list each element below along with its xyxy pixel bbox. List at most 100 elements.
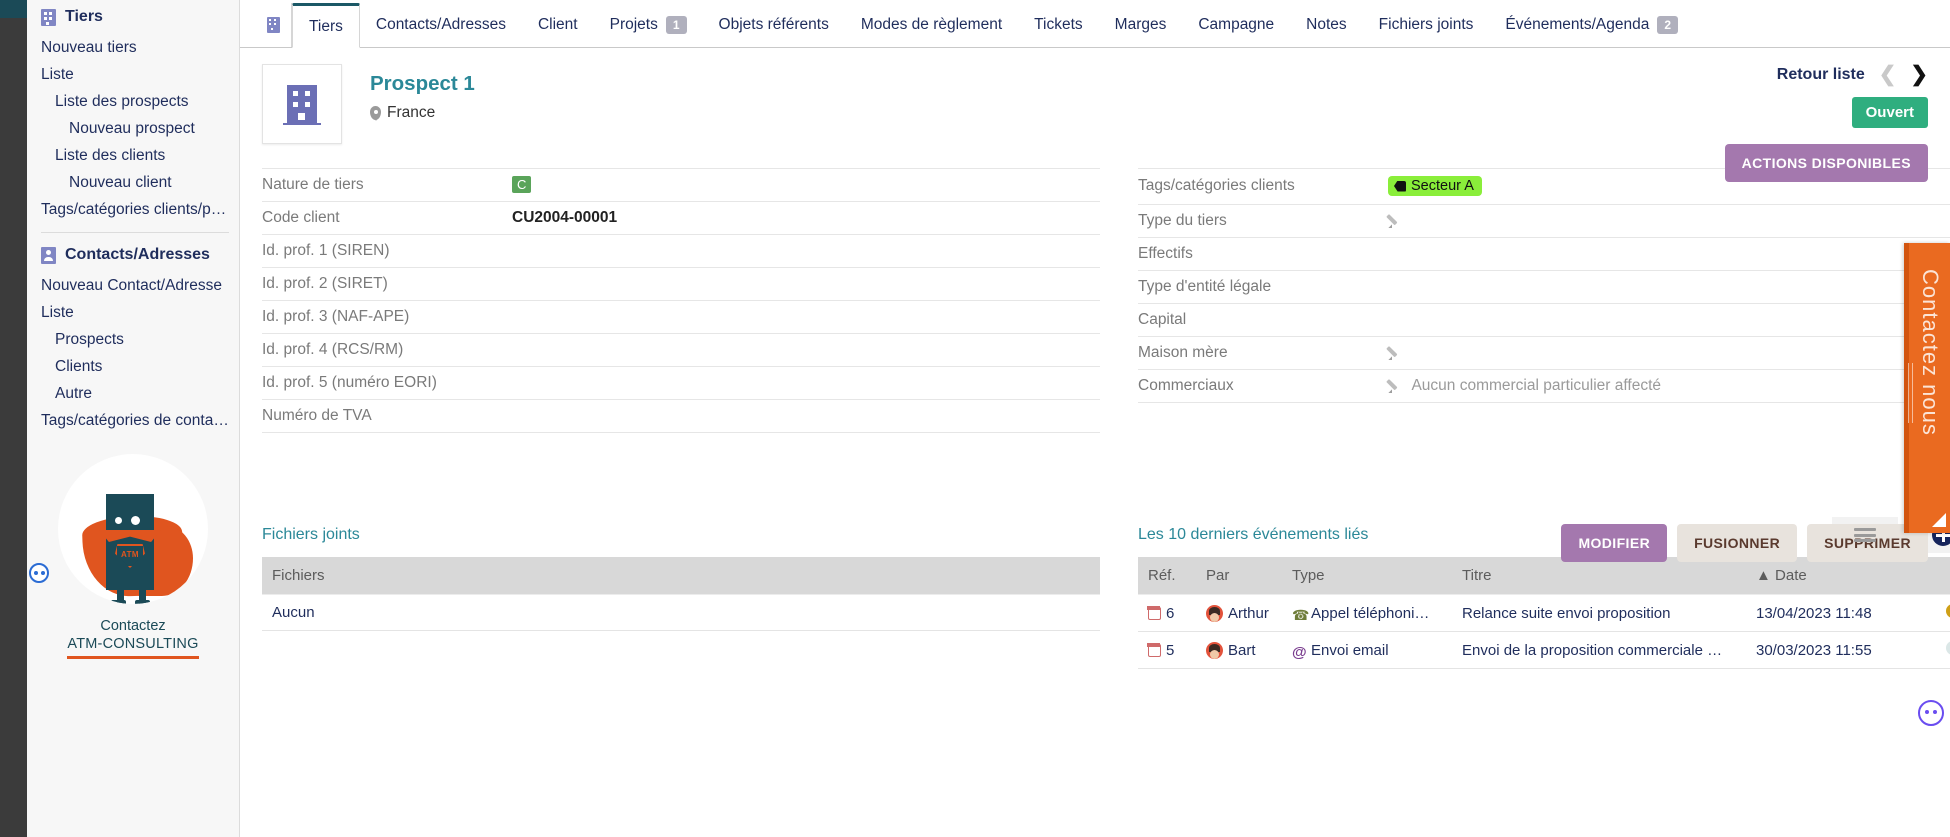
event-date-cell: 13/04/2023 11:48 [1746, 594, 1936, 632]
event-titre-cell[interactable]: Relance suite envoi proposition [1452, 594, 1746, 632]
events-col-date[interactable]: ▲ Date [1746, 557, 1936, 595]
sidebar-item-tags-contacts[interactable]: Tags/catégories de conta… [27, 407, 239, 434]
field-label: Effectifs [1138, 244, 1193, 262]
tab-projets[interactable]: Projets 1 [594, 3, 703, 47]
events-col-titre[interactable]: Titre [1452, 557, 1746, 595]
modifier-button[interactable]: MODIFIER [1561, 524, 1668, 562]
sidebar-item-liste-clients[interactable]: Liste des clients [27, 142, 239, 169]
tab-client[interactable]: Client [522, 3, 594, 47]
sidebar-item-contacts-autre[interactable]: Autre [27, 380, 239, 407]
tab-label: Fichiers joints [1378, 16, 1474, 33]
status-badge[interactable]: Ouvert [1851, 97, 1928, 128]
tab-label: Notes [1306, 16, 1347, 33]
sidebar-group-title-contacts: Contacts/Adresses [27, 238, 239, 272]
sidebar-contact-block[interactable]: Contactez ATM-CONSULTING [27, 618, 239, 659]
fusionner-button[interactable]: FUSIONNER [1677, 524, 1798, 562]
field-value [512, 400, 1100, 433]
tab-notes[interactable]: Notes [1290, 3, 1363, 47]
attachments-panel-title[interactable]: Fichiers joints [262, 526, 360, 544]
sidebar-contact-line1: Contactez [100, 618, 166, 634]
sidebar-item-contacts-clients[interactable]: Clients [27, 353, 239, 380]
field-row-effectifs: Effectifs [1138, 237, 1950, 270]
sidebar-item-nouveau-client[interactable]: Nouveau client [27, 169, 239, 196]
field-label: Commerciaux [1138, 376, 1234, 394]
field-label: Code client [262, 209, 340, 226]
events-panel-title[interactable]: Les 10 derniers événements liés [1138, 526, 1368, 544]
sidebar-item-tags-clients[interactable]: Tags/catégories clients/pr… [27, 196, 239, 223]
field-label: Id. prof. 4 (RCS/RM) [262, 341, 404, 358]
tab-fichiers-joints[interactable]: Fichiers joints [1363, 3, 1490, 47]
chevron-right-icon[interactable]: ❯ [1910, 64, 1928, 85]
field-row-siret: Id. prof. 2 (SIRET) [262, 268, 1100, 301]
field-row-commerciaux: Commerciaux Aucun commercial particulier… [1138, 369, 1950, 402]
building-icon [267, 17, 280, 33]
sidebar-item-nouveau-tiers[interactable]: Nouveau tiers [27, 34, 239, 61]
available-actions-button[interactable]: ACTIONS DISPONIBLES [1724, 144, 1928, 182]
drag-grip-icon[interactable] [1908, 363, 1913, 423]
sidebar-item-nouveau-prospect[interactable]: Nouveau prospect [27, 115, 239, 142]
tab-label: Campagne [1198, 16, 1275, 33]
tab-entity-icon-cell [256, 3, 292, 47]
tab-label: Marges [1114, 16, 1167, 33]
tag-pill[interactable]: Secteur A [1388, 176, 1482, 196]
edit-pencil-icon[interactable] [1388, 213, 1402, 227]
sidebar-contact-line2[interactable]: ATM-CONSULTING [67, 636, 199, 659]
record-country: France [370, 104, 475, 122]
field-text: Aucun commercial particulier affecté [1411, 376, 1661, 394]
tag-icon [1394, 180, 1406, 192]
tab-modes-de-reglement[interactable]: Modes de règlement [845, 3, 1018, 47]
field-value [512, 268, 1100, 301]
table-row[interactable]: 5 Bart @ Envoi email Envoi de la proposit… [1138, 631, 1950, 669]
back-to-list-link[interactable]: Retour liste [1777, 66, 1865, 84]
tab-tiers[interactable]: Tiers [292, 3, 360, 48]
event-status-cell [1936, 631, 1950, 669]
event-par: Bart [1228, 641, 1256, 659]
avatar [1206, 604, 1223, 622]
table-row[interactable]: 6 Arthur ☎ Appel téléphoni… Relance suite… [1138, 594, 1950, 632]
field-label: Id. prof. 5 (numéro EORI) [262, 374, 437, 391]
contact-us-tab[interactable]: Contactez nous [1904, 243, 1950, 533]
events-col-par[interactable]: Par [1196, 557, 1282, 595]
sidebar-logo: ATM [27, 454, 239, 604]
chevron-left-icon[interactable]: ❮ [1879, 64, 1897, 85]
tab-evenements-agenda[interactable]: Événements/Agenda 2 [1489, 3, 1694, 47]
tab-contacts-adresses[interactable]: Contacts/Adresses [360, 3, 522, 47]
event-type: Envoi email [1311, 641, 1389, 659]
tab-objets-referents[interactable]: Objets référents [703, 3, 845, 47]
chat-widget-icon[interactable] [1918, 700, 1944, 726]
attachments-empty-message: Aucun [262, 594, 1100, 631]
sidebar-item-liste-prospects[interactable]: Liste des prospects [27, 88, 239, 115]
attachments-col-fichiers[interactable]: Fichiers [262, 557, 1100, 595]
field-label: Id. prof. 3 (NAF-APE) [262, 308, 410, 325]
sidebar-item-contacts-liste[interactable]: Liste [27, 299, 239, 326]
tab-tickets[interactable]: Tickets [1018, 3, 1099, 47]
event-ref: 5 [1166, 641, 1175, 659]
field-row-rcs-rm: Id. prof. 4 (RCS/RM) [262, 334, 1100, 367]
sidebar-group-label: Contacts/Adresses [65, 246, 210, 263]
field-row-type-du-tiers: Type du tiers [1138, 204, 1950, 237]
sidebar-item-nouveau-contact[interactable]: Nouveau Contact/Adresse [27, 272, 239, 299]
field-label: Id. prof. 1 (SIREN) [262, 242, 390, 259]
fields-column-right: Tags/catégories clients Secteur A Type d… [1138, 168, 1950, 433]
event-type: Appel téléphoni… [1311, 604, 1430, 622]
sidebar-group-title-tiers: Tiers [27, 0, 239, 34]
tab-label: Événements/Agenda [1505, 16, 1650, 33]
edit-pencil-icon[interactable] [1388, 378, 1402, 392]
edit-pencil-icon[interactable] [1388, 345, 1402, 359]
sidebar-item-contacts-prospects[interactable]: Prospects [27, 326, 239, 353]
fields-table-right: Tags/catégories clients Secteur A Type d… [1138, 168, 1950, 403]
events-col-type[interactable]: Type [1282, 557, 1452, 595]
chat-bubble-icon[interactable] [29, 563, 49, 583]
calendar-icon [1147, 642, 1161, 657]
field-label: Nature de tiers [262, 176, 364, 193]
events-col-status [1936, 557, 1950, 595]
field-row-naf-ape: Id. prof. 3 (NAF-APE) [262, 301, 1100, 334]
sidebar-item-liste[interactable]: Liste [27, 61, 239, 88]
events-col-ref[interactable]: Réf. [1138, 557, 1196, 595]
tab-marges[interactable]: Marges [1099, 3, 1183, 47]
tab-campagne[interactable]: Campagne [1182, 3, 1290, 47]
burger-glyph [1854, 528, 1876, 542]
attachments-table: Fichiers Aucun [262, 557, 1100, 631]
event-titre-cell[interactable]: Envoi de la proposition commerciale … [1452, 631, 1746, 669]
country-label: France [387, 104, 436, 121]
